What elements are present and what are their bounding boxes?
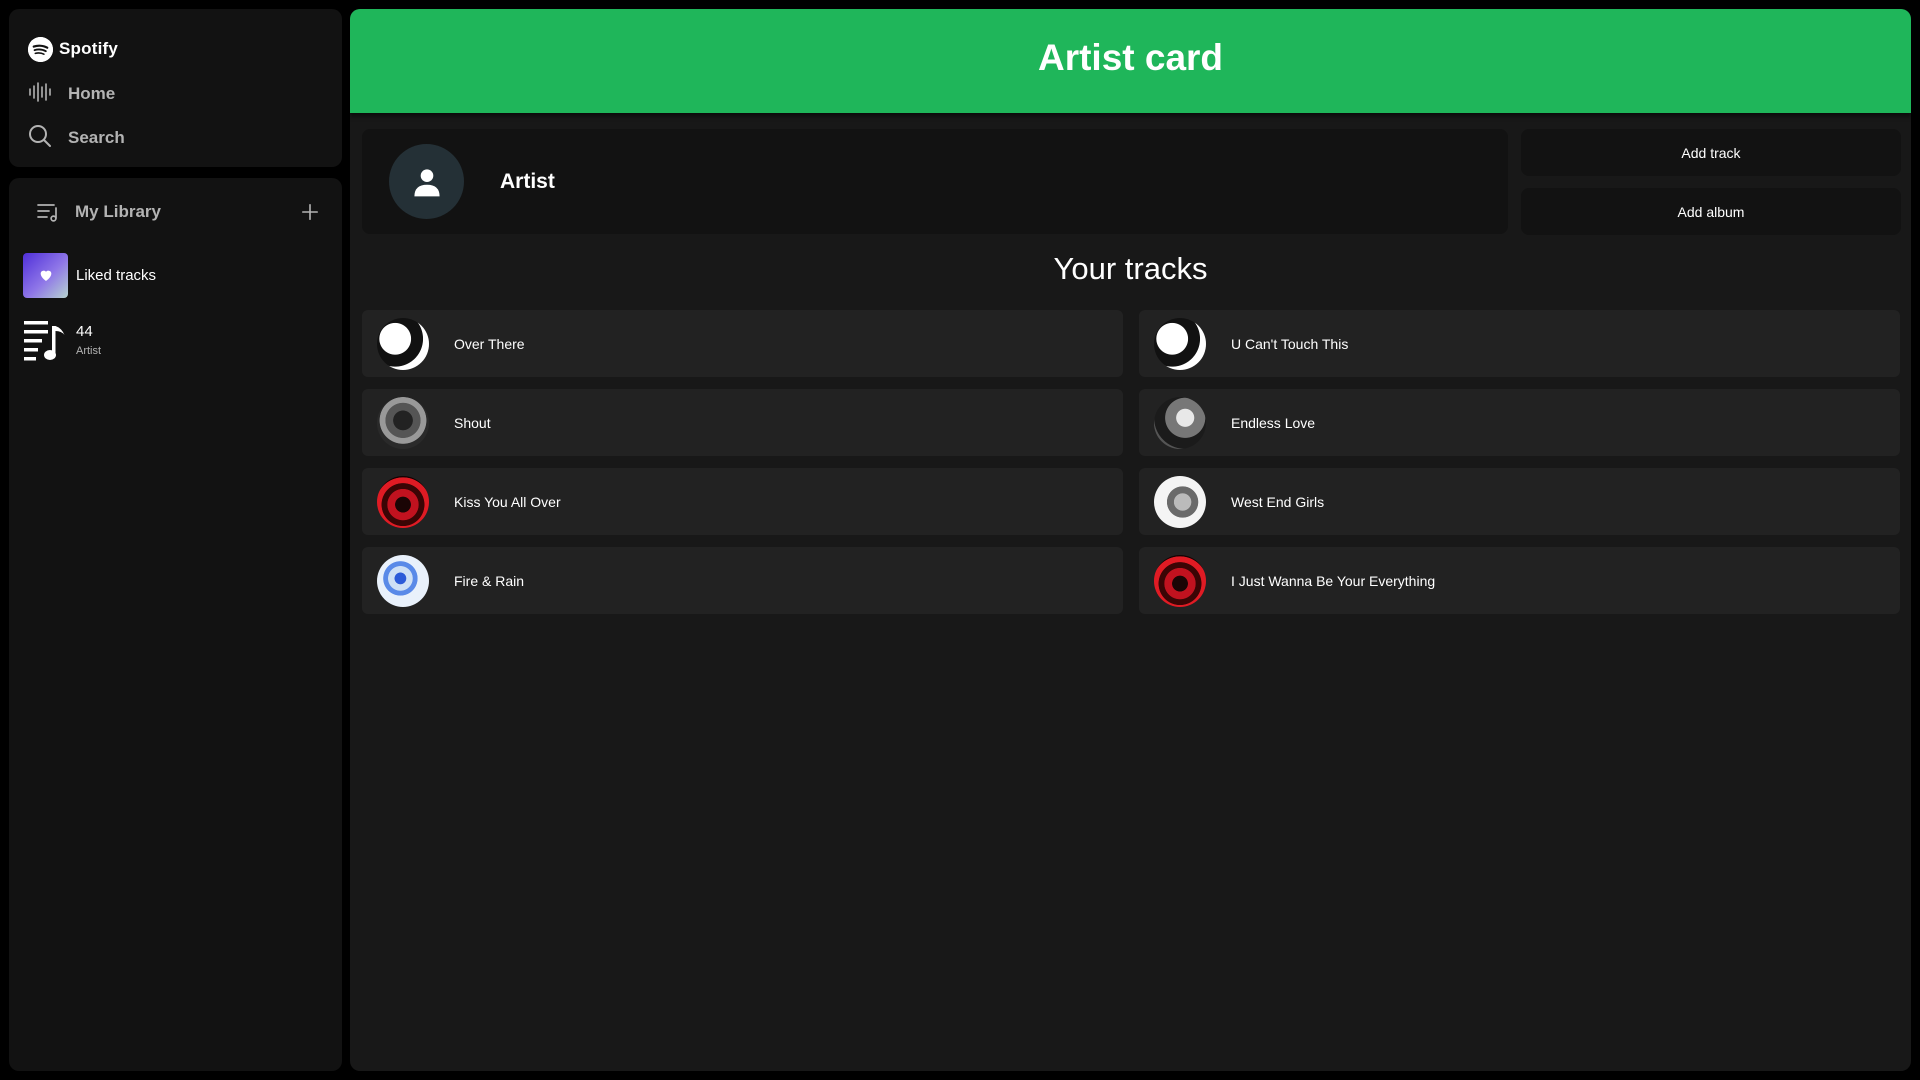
track-cover-image xyxy=(377,554,429,607)
library-item-title: 44 xyxy=(76,323,93,340)
library-icon[interactable] xyxy=(35,199,61,225)
brand-name: Spotify xyxy=(59,39,119,58)
search-icon xyxy=(27,123,53,154)
track-title: U Can't Touch This xyxy=(1231,335,1349,352)
nav-search[interactable]: Search xyxy=(27,118,125,158)
track-card[interactable]: Fire & Rain xyxy=(362,547,1123,614)
add-icon[interactable] xyxy=(296,198,324,226)
spotify-logo-icon xyxy=(28,36,53,62)
track-title: West End Girls xyxy=(1231,493,1325,510)
track-title: Shout xyxy=(454,414,491,431)
track-cover-image xyxy=(377,475,429,528)
track-card[interactable]: I Just Wanna Be Your Everything xyxy=(1139,547,1900,614)
nav-home-label: Home xyxy=(68,84,116,103)
sidebar-library-panel: My Library Liked tracks 44 Artist xyxy=(9,178,342,1071)
tracks-grid: Over There U Can't Touch This Shout Endl… xyxy=(362,310,1901,614)
sidebar-nav-panel: Spotify Home Search xyxy=(9,9,342,167)
library-header: My Library xyxy=(35,192,324,232)
library-item-title: Liked tracks xyxy=(76,266,157,284)
track-card[interactable]: West End Girls xyxy=(1139,468,1900,535)
track-title: I Just Wanna Be Your Everything xyxy=(1231,572,1436,589)
app-window: Spotify Home Search My Library Liked tra… xyxy=(0,0,1920,1080)
track-title: Endless Love xyxy=(1231,414,1316,431)
artist-name: Artist xyxy=(500,169,555,193)
track-title: Fire & Rain xyxy=(454,572,525,589)
main-content: Artist card Artist Add track Add album Y… xyxy=(350,9,1911,1071)
library-item-subtitle: Artist xyxy=(76,345,102,357)
add-album-button[interactable]: Add album xyxy=(1521,188,1901,235)
track-card[interactable]: U Can't Touch This xyxy=(1139,310,1900,377)
soundwave-icon xyxy=(27,79,53,110)
nav-home[interactable]: Home xyxy=(27,74,115,114)
user-avatar-icon xyxy=(389,144,464,219)
brand[interactable]: Spotify xyxy=(28,28,118,70)
playlist-music-icon xyxy=(23,315,68,365)
section-title: Your tracks xyxy=(1053,251,1208,286)
artist-card: Artist xyxy=(362,129,1508,234)
header-banner: Artist card xyxy=(350,9,1911,113)
track-title: Over There xyxy=(454,335,525,352)
library-item-44[interactable]: 44 Artist xyxy=(23,312,328,368)
page-title: Artist card xyxy=(1037,37,1224,78)
nav-search-label: Search xyxy=(68,128,125,147)
track-cover-image xyxy=(377,396,429,449)
heart-icon xyxy=(23,252,68,298)
track-cover-image xyxy=(1154,554,1206,607)
track-card[interactable]: Endless Love xyxy=(1139,389,1900,456)
track-cover-image xyxy=(377,317,429,370)
track-title: Kiss You All Over xyxy=(454,493,561,510)
library-item-liked-tracks[interactable]: Liked tracks xyxy=(23,247,328,303)
track-cover-image xyxy=(1154,475,1206,528)
track-cover-image xyxy=(1154,317,1206,370)
track-card[interactable]: Shout xyxy=(362,389,1123,456)
track-cover-image xyxy=(1154,396,1206,449)
track-card[interactable]: Kiss You All Over xyxy=(362,468,1123,535)
track-card[interactable]: Over There xyxy=(362,310,1123,377)
library-title: My Library xyxy=(75,202,161,221)
add-track-button[interactable]: Add track xyxy=(1521,129,1901,176)
